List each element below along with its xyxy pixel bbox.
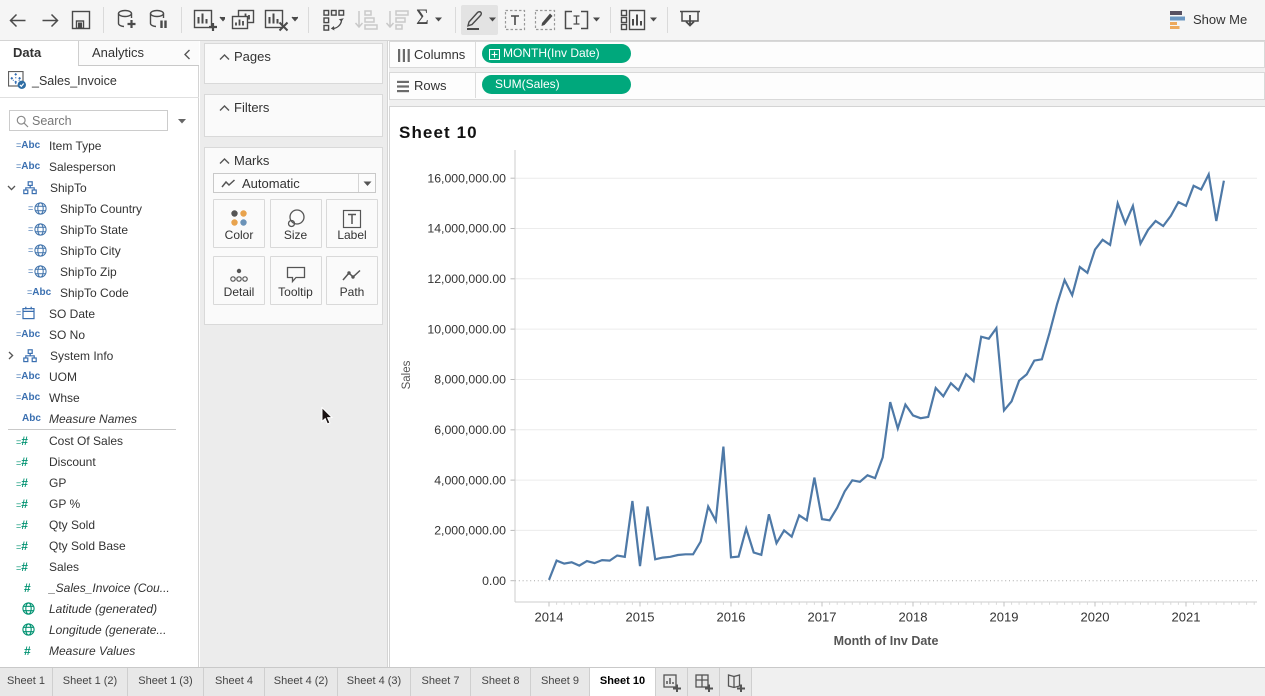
svg-text:2021: 2021	[1172, 610, 1201, 625]
svg-text:2015: 2015	[626, 610, 655, 625]
svg-text:2019: 2019	[990, 610, 1019, 625]
svg-text:Month of Inv Date: Month of Inv Date	[834, 634, 939, 648]
svg-text:8,000,000.00: 8,000,000.00	[434, 373, 506, 387]
svg-text:2018: 2018	[899, 610, 928, 625]
svg-text:2,000,000.00: 2,000,000.00	[434, 524, 506, 538]
svg-text:12,000,000.00: 12,000,000.00	[427, 272, 506, 286]
svg-text:0.00: 0.00	[482, 574, 506, 588]
svg-text:Sales: Sales	[401, 360, 413, 389]
svg-text:2014: 2014	[535, 610, 564, 625]
svg-text:10,000,000.00: 10,000,000.00	[427, 322, 506, 336]
svg-text:2020: 2020	[1081, 610, 1110, 625]
svg-text:16,000,000.00: 16,000,000.00	[427, 171, 506, 185]
svg-text:2016: 2016	[717, 610, 746, 625]
svg-text:14,000,000.00: 14,000,000.00	[427, 222, 506, 236]
svg-text:4,000,000.00: 4,000,000.00	[434, 473, 506, 487]
svg-text:6,000,000.00: 6,000,000.00	[434, 423, 506, 437]
svg-text:2017: 2017	[808, 610, 837, 625]
